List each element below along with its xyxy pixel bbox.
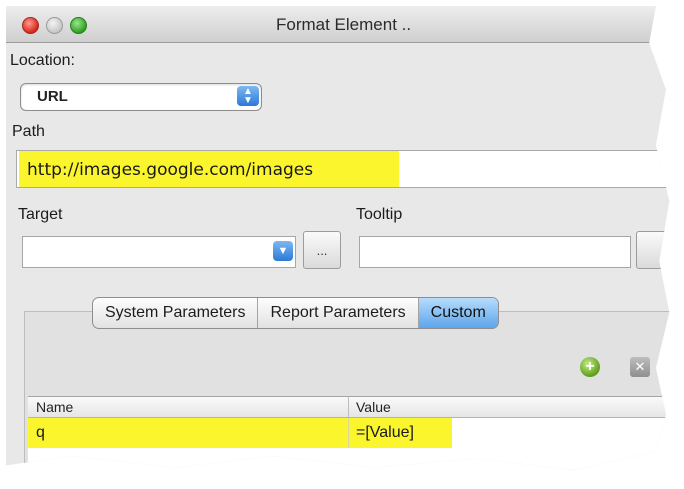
target-combobox[interactable]: ▼ (22, 236, 296, 268)
tooltip-browse-button[interactable] (636, 231, 670, 269)
tab-system-parameters[interactable]: System Parameters (93, 298, 259, 328)
tooltip-input[interactable] (359, 236, 631, 268)
column-header-value[interactable]: Value (356, 399, 391, 415)
add-parameter-icon[interactable]: + (580, 357, 600, 377)
location-label: Location: (10, 52, 75, 69)
path-label: Path (12, 123, 45, 140)
title-bar: Format Element .. (6, 6, 670, 43)
close-window-button[interactable] (22, 17, 39, 34)
tab-custom[interactable]: Custom (418, 298, 498, 328)
path-input[interactable]: http://images.google.com/images (16, 150, 670, 188)
row-name-cell[interactable]: q (36, 424, 45, 442)
tab-report-parameters[interactable]: Report Parameters (258, 298, 419, 328)
remove-parameter-icon[interactable]: ✕ (630, 357, 650, 377)
column-divider (348, 418, 349, 448)
parameters-table: Name Value q =[Value] (28, 396, 670, 470)
parameter-tabs: System Parameters Report Parameters Cust… (92, 297, 499, 329)
format-element-dialog: Format Element .. Location: URL ▲ ▼ Path … (6, 6, 670, 470)
column-divider (348, 397, 349, 417)
target-label: Target (18, 206, 63, 223)
location-selected-value: URL (37, 88, 68, 105)
window-title: Format Element .. (276, 15, 412, 34)
table-header: Name Value (28, 397, 670, 418)
location-select[interactable]: URL ▲ ▼ (20, 83, 262, 111)
column-header-name[interactable]: Name (36, 399, 73, 415)
row-value-cell[interactable]: =[Value] (356, 424, 414, 442)
target-browse-button[interactable]: ... (303, 231, 341, 269)
path-value: http://images.google.com/images (27, 160, 314, 180)
minimize-window-button[interactable] (46, 17, 63, 34)
updown-arrows-icon: ▲ ▼ (237, 86, 259, 106)
zoom-window-button[interactable] (70, 17, 87, 34)
chevron-down-icon[interactable]: ▼ (273, 241, 293, 261)
tooltip-label: Tooltip (356, 206, 403, 223)
